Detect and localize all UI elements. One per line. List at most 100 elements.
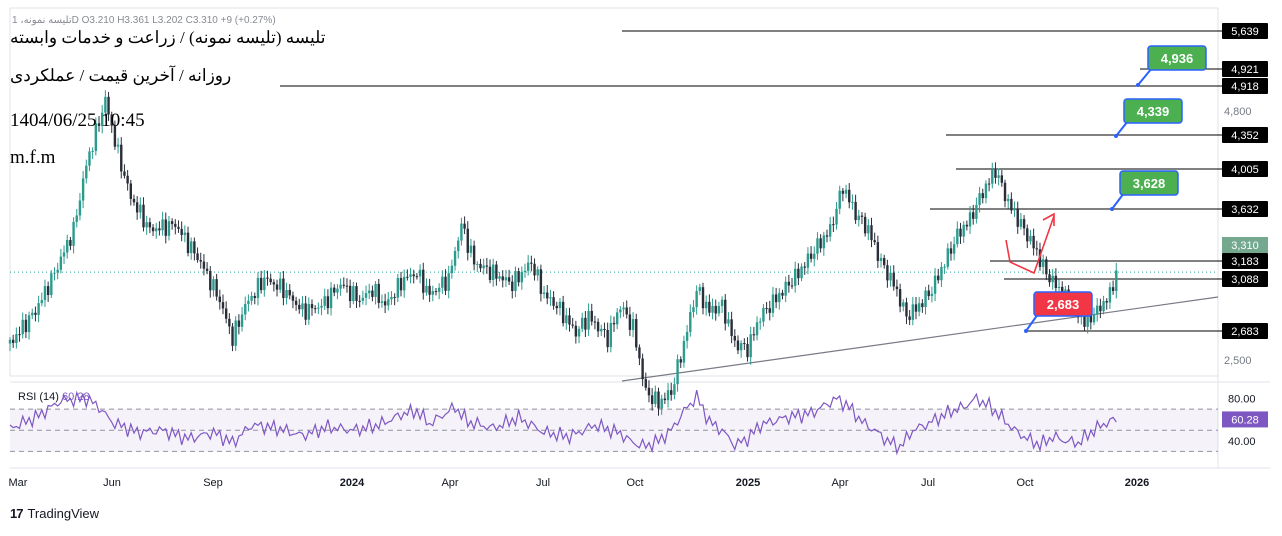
candle-body <box>803 266 806 268</box>
candle-body <box>190 241 193 254</box>
price-tag-label: 3,632 <box>1231 204 1259 216</box>
candle-body <box>1006 198 1010 202</box>
candle-body <box>984 183 988 199</box>
tradingview-footer[interactable]: 17 TradingView <box>10 506 99 521</box>
candle-body <box>329 287 333 309</box>
candle-body <box>352 286 355 302</box>
candle-body <box>387 299 390 306</box>
candle-body <box>603 328 606 330</box>
candle-body <box>377 283 380 303</box>
candle-body <box>231 326 234 346</box>
candle-body <box>1029 235 1032 242</box>
candle-body <box>1054 275 1058 289</box>
candle-body <box>37 303 40 315</box>
symbol-legend[interactable]: تلیسه نمونه، 1D O3.210 H3.361 L3.202 C3.… <box>12 15 276 26</box>
candle-body <box>472 245 476 265</box>
chart[interactable]: 4,936 4,339 3,628 2,683 5,639 4,921 4,918 4,35… <box>0 0 1282 531</box>
x-tick-label: Sep <box>203 477 223 489</box>
candle-body <box>1035 248 1038 250</box>
candle-body <box>682 340 686 363</box>
candle-body <box>784 281 787 296</box>
candle-body <box>164 219 167 236</box>
x-tick-label: Jul <box>536 477 550 489</box>
candle-body <box>183 232 187 235</box>
candle-body <box>692 307 695 313</box>
candle-body <box>542 292 546 294</box>
candle-body <box>590 310 593 322</box>
candle-body <box>937 275 940 281</box>
candle-body <box>469 245 473 253</box>
x-tick-label: Apr <box>441 477 458 489</box>
candle-body <box>660 398 663 409</box>
candles <box>8 90 1118 416</box>
candle-body <box>1032 235 1035 249</box>
candle-body <box>1102 301 1105 312</box>
candle-body <box>495 264 498 279</box>
x-tick-label: Jun <box>103 477 121 489</box>
candle-body <box>221 302 225 309</box>
candle-body <box>250 296 253 301</box>
candle-body <box>933 275 937 294</box>
candle-body <box>965 224 969 227</box>
horizontal-levels[interactable] <box>280 30 1222 332</box>
candle-body <box>78 200 82 216</box>
candle-body <box>263 277 266 291</box>
candle-body <box>66 240 69 253</box>
candle-body <box>441 276 444 288</box>
time-axis[interactable]: Mar Jun Sep 2024 Apr Jul Oct 2025 Apr Jul Oct 2026 <box>9 477 1150 489</box>
candle-body <box>323 296 326 306</box>
candle-body <box>288 289 291 296</box>
candle-body <box>755 322 759 336</box>
candle-body <box>476 263 479 265</box>
candle-body <box>282 278 285 299</box>
candle-body <box>835 208 838 225</box>
candle-body <box>704 301 708 309</box>
candle-body <box>142 204 145 228</box>
candle-body <box>883 258 886 266</box>
x-tick-label: 2026 <box>1125 477 1149 489</box>
candle-body <box>593 321 597 323</box>
candle-body <box>304 303 307 320</box>
candle-body <box>466 228 469 253</box>
x-tick-label: Apr <box>831 477 848 489</box>
candle-body <box>479 263 482 269</box>
candle-body <box>196 253 199 261</box>
candle-body <box>390 296 393 300</box>
candle-body <box>673 384 676 395</box>
candle-body <box>895 286 899 290</box>
candle-body <box>635 319 638 348</box>
candle-body <box>561 301 565 324</box>
candle-body <box>116 144 120 147</box>
candle-body <box>310 304 314 309</box>
candle-body <box>457 240 460 252</box>
candle-body <box>1010 198 1013 211</box>
candle-body <box>132 198 136 203</box>
candle-body <box>848 189 851 203</box>
candle-body <box>348 285 352 302</box>
target-badges[interactable]: 4,936 4,339 3,628 2,683 <box>1024 45 1207 333</box>
x-tick-label: 2025 <box>736 477 760 489</box>
candle-body <box>949 248 953 254</box>
candle-body <box>180 228 183 235</box>
candle-body <box>720 299 724 307</box>
candle-body <box>199 260 202 262</box>
price-axis[interactable]: 5,639 4,921 4,918 4,352 4,005 3,632 3,183 3,088… <box>1222 23 1268 448</box>
rsi-legend[interactable]: RSI (14) 60.28 <box>18 391 90 403</box>
candle-body <box>841 190 845 194</box>
candle-body <box>383 301 387 306</box>
candle-body <box>867 225 870 234</box>
candle-body <box>317 307 320 309</box>
candle-body <box>27 315 31 333</box>
candle-body <box>724 299 727 324</box>
candle-body <box>733 335 736 341</box>
rsi-band <box>10 408 1218 452</box>
candle-body <box>819 238 822 249</box>
candle-body <box>422 269 425 293</box>
candle-body <box>1016 208 1019 227</box>
candle-body <box>701 287 705 309</box>
candle-body <box>69 240 72 246</box>
target-badge-label: 4,936 <box>1161 51 1194 66</box>
candle-body <box>380 301 384 303</box>
candle-body <box>679 359 682 363</box>
candle-body <box>1105 301 1108 303</box>
